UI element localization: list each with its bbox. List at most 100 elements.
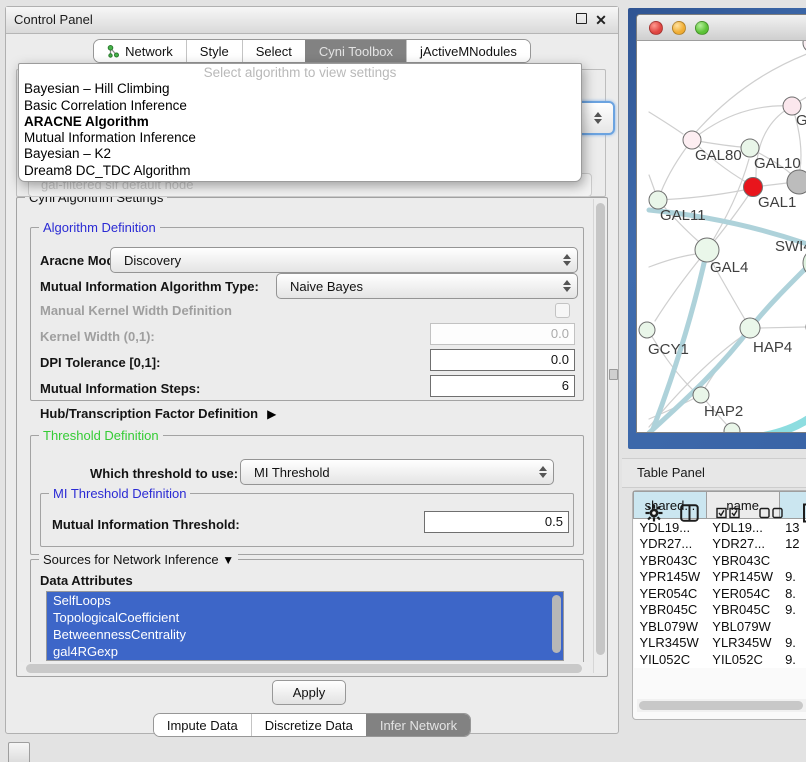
- combo-stepper-icon: [588, 112, 608, 124]
- tab-discretize-data[interactable]: Discretize Data: [251, 714, 366, 736]
- tab-cyni-toolbox[interactable]: Cyni Toolbox: [305, 40, 406, 62]
- network-edge[interactable]: [649, 254, 696, 267]
- algorithm-dropdown-popup: Select algorithm to view settingsBayesia…: [18, 63, 582, 182]
- network-edge[interactable]: [649, 112, 683, 134]
- sources-group-title[interactable]: Sources for Network Inference ▼: [39, 552, 238, 567]
- algorithm-popup-item[interactable]: Basic Correlation Inference: [19, 98, 581, 114]
- columns-icon[interactable]: [680, 504, 699, 522]
- table-row[interactable]: YDR27...YDR27...12: [634, 536, 806, 553]
- hub-definition-expander[interactable]: Hub/Transcription Factor Definition ▶: [40, 406, 276, 421]
- screen: Control Panel ✕ NetworkStyleSelectCyni T…: [0, 0, 806, 762]
- close-icon[interactable]: ✕: [594, 13, 608, 27]
- close-traffic-icon[interactable]: [649, 21, 663, 35]
- table-cell: YPR145W: [634, 569, 707, 586]
- table-row[interactable]: YIL052CYIL052C9.: [634, 651, 806, 668]
- minimize-traffic-icon[interactable]: [672, 21, 686, 35]
- network-edge[interactable]: [743, 409, 806, 432]
- table-row[interactable]: YBR043CYBR043C: [634, 552, 806, 569]
- manual-kernel-checkbox[interactable]: [555, 303, 570, 318]
- data-attribute-item[interactable]: gal4RGexp: [47, 643, 563, 660]
- table-row[interactable]: YBR045CYBR045C9.: [634, 602, 806, 619]
- mi-threshold-definition-title: MI Threshold Definition: [49, 486, 190, 501]
- unchecked-boxes-icon[interactable]: [759, 507, 785, 519]
- network-node-label: GAL10: [754, 155, 801, 172]
- minimized-window-icon[interactable]: [8, 742, 30, 762]
- network-node-label: HAP2: [704, 403, 743, 420]
- mi-steps-field[interactable]: 6: [430, 375, 575, 397]
- panel-divider-grip[interactable]: [609, 369, 618, 380]
- apply-button[interactable]: Apply: [272, 680, 346, 705]
- settings-gear-icon[interactable]: [645, 504, 663, 522]
- tab-infer-network[interactable]: Infer Network: [366, 714, 470, 736]
- mi-threshold-field[interactable]: 0.5: [424, 511, 569, 533]
- bottom-tabbar: Impute DataDiscretize DataInfer Network: [6, 713, 618, 737]
- tab-label: Network: [125, 44, 173, 59]
- checked-boxes-icon[interactable]: [716, 507, 742, 519]
- attr-list-scrollbar[interactable]: [552, 595, 561, 653]
- table-cell: YER054C: [706, 585, 779, 602]
- table-cell: YIL052C: [706, 651, 779, 668]
- settings-vertical-scrollbar[interactable]: [593, 199, 607, 673]
- settings-horizontal-scrollbar[interactable]: [20, 662, 590, 675]
- data-attribute-item[interactable]: SelfLoops: [47, 592, 563, 609]
- network-node-GCY1[interactable]: [639, 322, 655, 338]
- mi-type-combobox[interactable]: Naive Bayes: [276, 273, 578, 299]
- tab-select[interactable]: Select: [242, 40, 305, 62]
- network-icon: [107, 45, 120, 58]
- tab-impute-data[interactable]: Impute Data: [154, 714, 251, 736]
- table-row[interactable]: YER054CYER054C8.: [634, 585, 806, 602]
- network-node-label: GAL4: [710, 259, 748, 276]
- file-export-icon[interactable]: [802, 503, 806, 523]
- mi-type-label: Mutual Information Algorithm Type:: [40, 279, 259, 294]
- float-window-icon[interactable]: [574, 13, 588, 27]
- algorithm-popup-item[interactable]: ARACNE Algorithm: [19, 114, 581, 130]
- data-attributes-list[interactable]: SelfLoopsTopologicalCoefficientBetweenne…: [46, 591, 564, 661]
- table-panel-window: shared...name YDL19...YDL19...13YDR27...…: [632, 490, 806, 720]
- table-cell: YBR043C: [634, 552, 707, 569]
- data-attribute-item[interactable]: BetweennessCentrality: [47, 626, 563, 643]
- tab-jactivemnodules[interactable]: jActiveMNodules: [406, 40, 530, 62]
- algorithm-popup-item[interactable]: Dream8 DC_TDC Algorithm: [19, 163, 581, 179]
- network-node-HAP4[interactable]: [740, 318, 760, 338]
- aracne-mode-combobox[interactable]: Discovery: [110, 247, 578, 273]
- kernel-width-field[interactable]: 0.0: [430, 323, 575, 345]
- table-panel-header: Table Panel: [622, 458, 806, 488]
- table-row[interactable]: YLR345WYLR345W9.: [634, 635, 806, 652]
- dpi-tolerance-field[interactable]: 0.0: [430, 349, 575, 371]
- table-cell: YPR145W: [706, 569, 779, 586]
- network-edge[interactable]: [692, 106, 792, 140]
- table-cell: YDR27...: [706, 536, 779, 553]
- network-edge[interactable]: [696, 52, 806, 132]
- network-node-HAP2[interactable]: [693, 387, 709, 403]
- control-panel-window: Control Panel ✕ NetworkStyleSelectCyni T…: [5, 6, 619, 734]
- table-row[interactable]: YBL079WYBL079W: [634, 618, 806, 635]
- manual-kernel-label: Manual Kernel Width Definition: [40, 303, 232, 318]
- table-cell: YDR27...: [634, 536, 707, 553]
- combo-stepper-icon: [557, 280, 577, 292]
- table-row[interactable]: YPR145WYPR145W9.: [634, 569, 806, 586]
- network-node-label: GAL80: [695, 147, 742, 164]
- table-cell: YLR345W: [634, 635, 707, 652]
- tab-network[interactable]: Network: [94, 40, 186, 62]
- data-attribute-item[interactable]: TopologicalCoefficient: [47, 609, 563, 626]
- tab-style[interactable]: Style: [186, 40, 242, 62]
- network-edge[interactable]: [658, 190, 744, 200]
- aracne-mode-value: Discovery: [111, 253, 557, 268]
- data-attributes-label: Data Attributes: [40, 573, 133, 588]
- which-threshold-combobox[interactable]: MI Threshold: [240, 459, 554, 485]
- algorithm-popup-item[interactable]: Mutual Information Inference: [19, 130, 581, 146]
- algorithm-popup-item[interactable]: Bayesian – Hill Climbing: [19, 81, 581, 97]
- top-tabbar: Network StyleSelectCyni ToolboxjActiveMNo…: [6, 39, 618, 63]
- network-node-gray-node[interactable]: [787, 170, 806, 194]
- table-cell: YER054C: [634, 585, 707, 602]
- network-edge[interactable]: [762, 183, 787, 186]
- algorithm-popup-prompt: Select algorithm to view settings: [19, 65, 581, 81]
- zoom-traffic-icon[interactable]: [695, 21, 709, 35]
- table-horizontal-scrollbar[interactable]: [637, 699, 806, 712]
- mi-type-value: Naive Bayes: [277, 279, 557, 294]
- network-canvas[interactable]: GALGAL80GAL10GAL1GAL11SWI4GAL4GCY1HAP4YH…: [637, 41, 806, 432]
- table-cell: 9.: [779, 602, 806, 619]
- network-edge[interactable]: [760, 327, 806, 328]
- algorithm-popup-item[interactable]: Bayesian – K2: [19, 146, 581, 162]
- network-view-window: GALGAL80GAL10GAL1GAL11SWI4GAL4GCY1HAP4YH…: [628, 8, 806, 449]
